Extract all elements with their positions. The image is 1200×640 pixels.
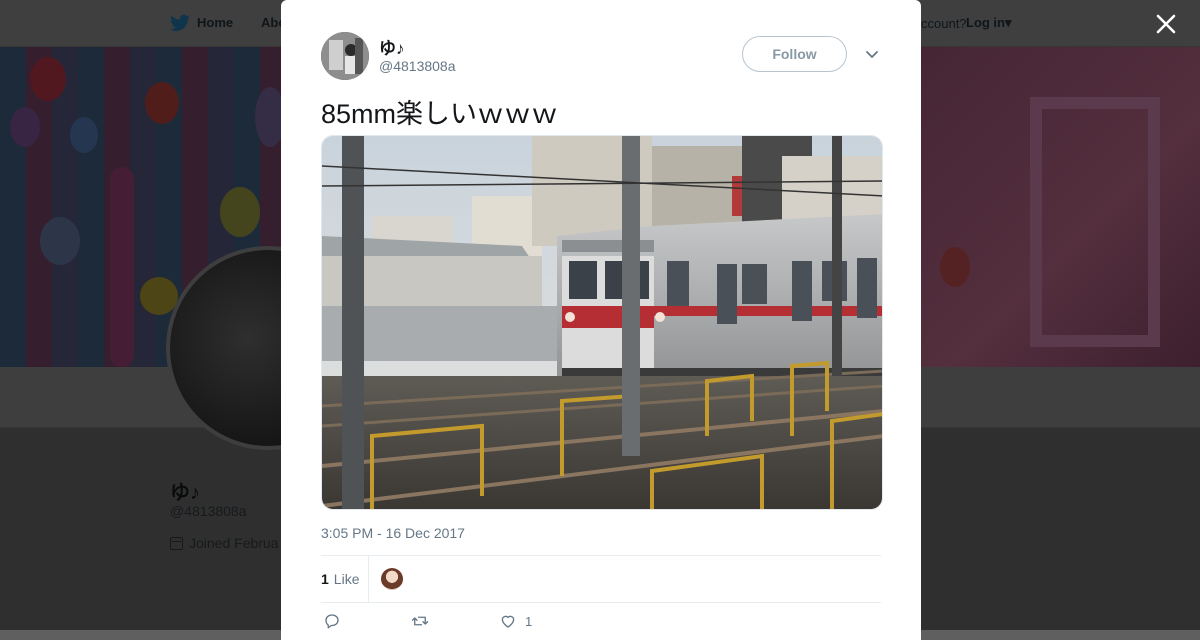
likes-count[interactable]: 1 Like bbox=[321, 556, 369, 602]
tweet-author-handle[interactable]: @4813808a bbox=[379, 58, 456, 74]
heart-icon bbox=[501, 615, 515, 628]
tweet-stats: 1 Like bbox=[321, 556, 881, 602]
retweet-button[interactable] bbox=[411, 612, 437, 630]
likes-number: 1 bbox=[321, 571, 329, 587]
tweet-author-avatar[interactable] bbox=[321, 32, 369, 80]
tweet-text: 85mm楽しいｗｗｗ bbox=[321, 99, 559, 129]
tweet-modal: ゆ♪ @4813808a Follow 85mm楽しいｗｗｗ 3:05 PM -… bbox=[281, 0, 921, 640]
retweet-icon bbox=[411, 616, 429, 626]
like-action-count: 1 bbox=[525, 613, 533, 629]
reply-button[interactable] bbox=[323, 612, 349, 630]
liker-avatar[interactable] bbox=[381, 568, 403, 590]
like-button[interactable]: 1 bbox=[499, 612, 532, 630]
close-icon[interactable] bbox=[1152, 10, 1180, 38]
chevron-down-icon[interactable] bbox=[864, 46, 880, 62]
tweet-author-name[interactable]: ゆ♪ bbox=[379, 34, 405, 59]
tweet-timestamp[interactable]: 3:05 PM - 16 Dec 2017 bbox=[321, 525, 465, 541]
reply-icon bbox=[325, 614, 339, 629]
divider bbox=[321, 602, 881, 603]
train-photo bbox=[322, 136, 882, 509]
follow-button[interactable]: Follow bbox=[742, 36, 847, 72]
tweet-photo[interactable] bbox=[321, 135, 883, 510]
likes-label: Like bbox=[333, 571, 360, 587]
tweet-actions: 1 bbox=[323, 612, 594, 630]
